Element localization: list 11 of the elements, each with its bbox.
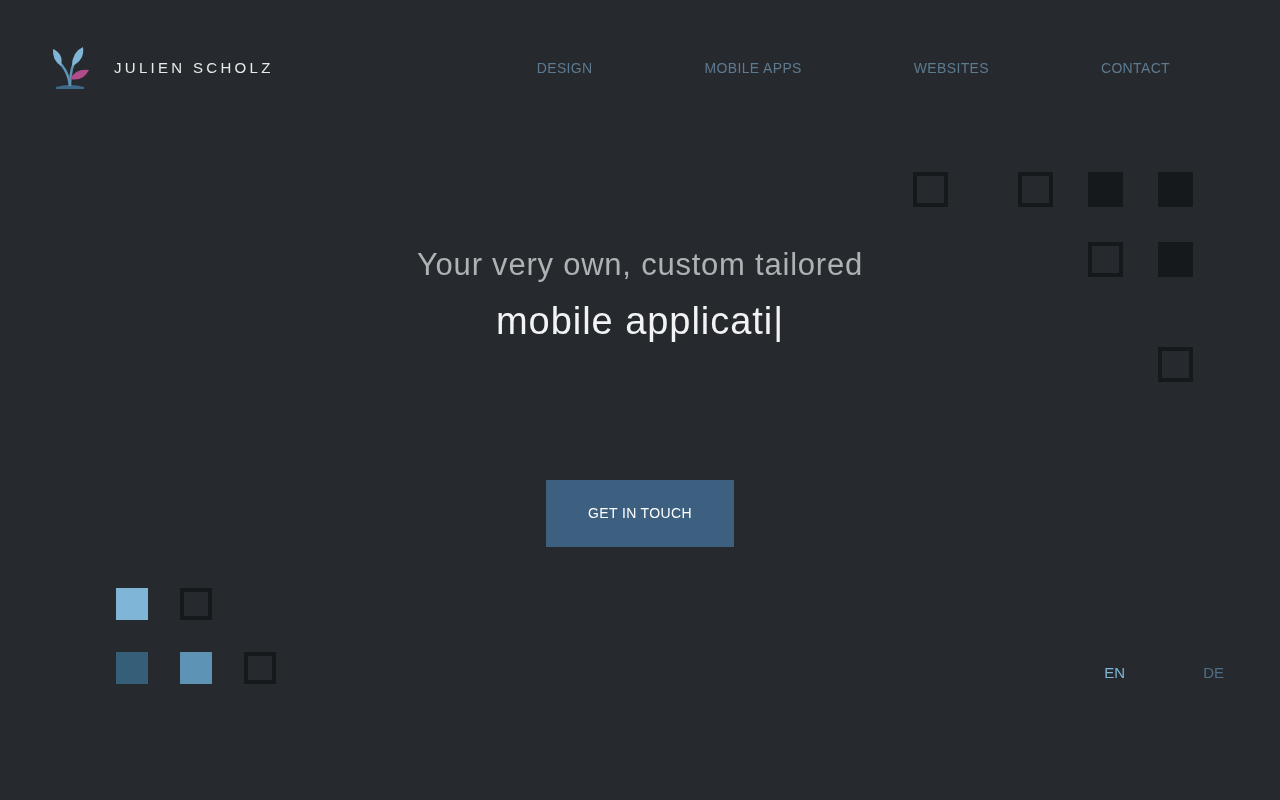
nav-link[interactable]: WEBSITES (913, 57, 989, 79)
get-in-touch-button[interactable]: GET IN TOUCH (546, 479, 734, 547)
nav-link[interactable]: MOBILE APPS (704, 57, 802, 79)
nav-link[interactable]: DESIGN (536, 57, 593, 79)
hero-tagline: Your very own, custom tailored (417, 246, 863, 284)
language-link[interactable]: DE (1203, 662, 1224, 685)
sprout-logo-icon (52, 46, 90, 90)
hero-headline: mobile applicati| (496, 298, 784, 344)
language-link[interactable]: EN (1104, 662, 1126, 685)
brand-name: JULIEN SCHOLZ (114, 57, 274, 78)
nav-link[interactable]: CONTACT (1100, 57, 1170, 79)
